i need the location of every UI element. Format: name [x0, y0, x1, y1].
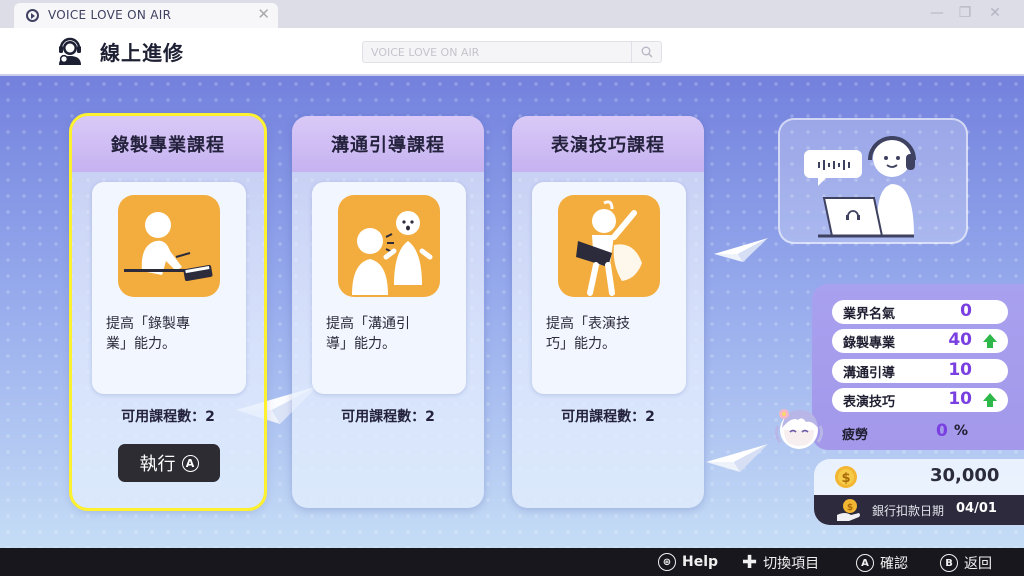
minimize-icon[interactable]: —	[927, 4, 947, 22]
talking-people-icon	[338, 195, 440, 297]
bank-row: $ 銀行扣款日期 04/01	[814, 495, 1024, 525]
switch-item-hint[interactable]: ✚ 切換項目	[742, 553, 819, 573]
stat-fame: 業界名氣 0	[832, 300, 1008, 324]
course-description: 提高「表演技 巧」能力。	[546, 314, 678, 354]
a-button-icon: A	[856, 554, 874, 572]
training-scene: 錄製專業課程 提高「錄製專 業」能力。 可用課程數：2 執行 A 溝通引導課程 …	[0, 76, 1024, 548]
search-icon	[641, 46, 653, 58]
stat-value: 0	[960, 301, 972, 321]
b-button-icon: B	[940, 554, 958, 572]
stat-label: 業界名氣	[843, 307, 896, 322]
stats-panel: 業界名氣 0 錄製專業 40 溝通引導 10 表演技巧 10 疲勞 0 %	[812, 284, 1024, 450]
browser-tab[interactable]: VOICE LOVE ON AIR ✕	[14, 3, 278, 28]
course-info-panel: 提高「表演技 巧」能力。	[532, 182, 686, 394]
execute-button[interactable]: 執行 A	[118, 444, 220, 482]
stat-label: 溝通引導	[843, 366, 896, 381]
back-label: 返回	[964, 556, 992, 572]
course-card-header: 表演技巧課程	[512, 116, 704, 172]
course-title: 錄製專業課程	[111, 135, 225, 156]
money-row: $ 30,000	[814, 459, 1024, 495]
stat-label: 表演技巧	[843, 395, 896, 410]
execute-label: 執行	[139, 454, 176, 475]
paper-plane-icon	[714, 238, 768, 262]
stat-performance: 表演技巧 10	[832, 388, 1008, 412]
course-card-performance[interactable]: 表演技巧課程 提高「表演技 巧」能力。 可用課程數：2	[512, 116, 704, 508]
course-card-communication[interactable]: 溝通引導課程 提高「溝通引 導」能力。 可用課程數：2	[292, 116, 484, 508]
stat-value: 40	[948, 330, 972, 350]
course-title: 表演技巧課程	[551, 135, 665, 156]
stat-label: 錄製專業	[843, 336, 896, 351]
course-desc-line: 提高「溝通引	[326, 316, 410, 332]
confirm-hint[interactable]: A 確認	[856, 553, 908, 573]
headset-person-icon	[59, 37, 81, 65]
help-label: Help	[682, 554, 719, 570]
stat-value: 10	[948, 389, 972, 409]
tab-title: VOICE LOVE ON AIR	[48, 8, 172, 22]
bank-deduction-label: 銀行扣款日期	[872, 504, 945, 518]
course-desc-line: 業」能力。	[106, 336, 176, 352]
window-titlebar: VOICE LOVE ON AIR ✕ — ❐ ✕	[0, 0, 1024, 28]
online-learning-illustration	[778, 118, 968, 244]
maximize-icon[interactable]: ❐	[955, 4, 975, 22]
stat-recording: 錄製專業 40	[832, 329, 1008, 353]
course-card-recording[interactable]: 錄製專業課程 提高「錄製專 業」能力。 可用課程數：2 執行 A	[69, 113, 267, 511]
help-hint[interactable]: ⊛ Help	[658, 553, 718, 571]
a-button-icon: A	[181, 454, 199, 472]
page-title: 線上進修	[100, 41, 184, 65]
fatigue-label: 疲勞	[842, 428, 869, 443]
course-desc-line: 導」能力。	[326, 336, 396, 352]
course-desc-line: 提高「表演技	[546, 316, 630, 332]
course-card-header: 溝通引導課程	[292, 116, 484, 172]
switch-item-label: 切換項目	[763, 556, 820, 572]
controls-footer: ⊛ Help ✚ 切換項目 A 確認 B 返回	[0, 548, 1024, 576]
svg-text:$: $	[841, 471, 850, 486]
performing-person-icon	[558, 195, 660, 297]
fatigue-value: 0	[936, 421, 948, 441]
tab-close-icon[interactable]: ✕	[257, 5, 270, 23]
coin-hand-icon: $	[837, 499, 860, 521]
search-input[interactable]	[363, 42, 631, 62]
up-arrow-icon	[983, 334, 997, 348]
bank-deduction-date: 04/01	[956, 501, 997, 516]
coin-icon: $	[835, 466, 857, 488]
course-card-header: 錄製專業課程	[72, 116, 264, 172]
writing-person-icon	[118, 195, 220, 297]
available-course-count: 可用課程數：2	[561, 409, 655, 425]
course-description: 提高「溝通引 導」能力。	[326, 314, 458, 354]
page-header: 線上進修	[0, 28, 1024, 76]
stat-communication: 溝通引導 10	[832, 359, 1008, 383]
search-box	[362, 41, 662, 63]
stat-value: 10	[948, 360, 972, 380]
course-description: 提高「錄製專 業」能力。	[106, 314, 238, 354]
close-window-icon[interactable]: ✕	[985, 4, 1005, 22]
course-title: 溝通引導課程	[331, 135, 445, 156]
character-avatar	[774, 409, 824, 449]
up-arrow-icon	[983, 393, 997, 407]
confirm-label: 確認	[880, 556, 908, 572]
course-desc-line: 巧」能力。	[546, 336, 616, 352]
course-info-panel: 提高「錄製專 業」能力。	[92, 182, 246, 394]
dpad-icon: ✚	[742, 552, 758, 573]
course-info-panel: 提高「溝通引 導」能力。	[312, 182, 466, 394]
fatigue-unit: %	[954, 423, 969, 439]
svg-text:$: $	[847, 503, 853, 513]
available-course-count: 可用課程數：2	[341, 409, 435, 425]
app-logo-icon	[26, 9, 39, 22]
money-panel: $ 30,000 $ 銀行扣款日期 04/01	[814, 459, 1024, 525]
money-value: 30,000	[930, 465, 1000, 486]
back-hint[interactable]: B 返回	[940, 553, 992, 573]
course-desc-line: 提高「錄製專	[106, 316, 190, 332]
available-course-count: 可用課程數：2	[121, 409, 215, 425]
search-button[interactable]	[631, 42, 661, 62]
help-button-icon: ⊛	[658, 553, 676, 571]
paper-plane-icon	[706, 444, 768, 472]
